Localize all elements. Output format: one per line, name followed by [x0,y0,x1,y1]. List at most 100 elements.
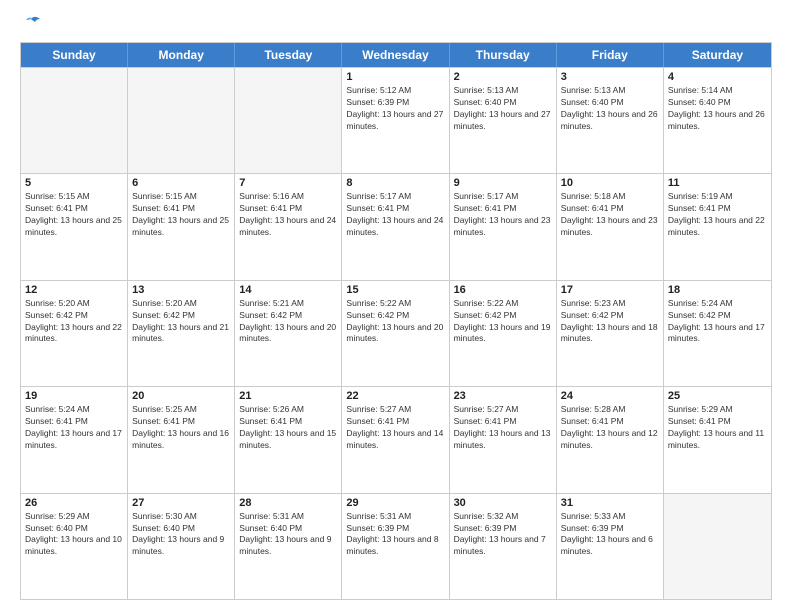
day-number: 4 [668,71,767,83]
day-info: Sunrise: 5:25 AM Sunset: 6:41 PM Dayligh… [132,404,230,452]
day-number: 27 [132,497,230,509]
calendar-body: 1Sunrise: 5:12 AM Sunset: 6:39 PM Daylig… [21,67,771,599]
calendar-cell-0-3: 1Sunrise: 5:12 AM Sunset: 6:39 PM Daylig… [342,68,449,173]
calendar-cell-3-4: 23 Sunrise: 5:27 AM Sunset: 6:41 PM Dayli… [450,387,557,492]
day-info: Sunrise: 5:19 AM Sunset: 6:41 PM Dayligh… [668,191,767,239]
day-number: 25 [668,390,767,402]
day-number: 22 [346,390,444,402]
logo-bird-icon [23,16,41,32]
calendar-cell-3-1: 20 Sunrise: 5:25 AM Sunset: 6:41 PM Dayli… [128,387,235,492]
calendar-cell-4-5: 31Sunrise: 5:33 AM Sunset: 6:39 PM Dayli… [557,494,664,599]
calendar-cell-4-0: 26Sunrise: 5:29 AM Sunset: 6:40 PM Dayli… [21,494,128,599]
day-info: Sunrise: 5:30 AM Sunset: 6:40 PM Dayligh… [132,511,230,559]
day-info: Sunrise: 5:22 AM Sunset: 6:42 PM Dayligh… [346,298,444,346]
day-info: Sunrise: 5:27 AM Sunset: 6:41 PM Dayligh… [346,404,444,452]
day-number: 24 [561,390,659,402]
calendar-cell-2-5: 17 Sunrise: 5:23 AM Sunset: 6:42 PM Dayli… [557,281,664,386]
calendar-cell-0-4: 2 Sunrise: 5:13 AM Sunset: 6:40 PM Daylig… [450,68,557,173]
calendar-cell-4-6 [664,494,771,599]
calendar-row-2: 12 Sunrise: 5:20 AM Sunset: 6:42 PM Dayli… [21,280,771,386]
day-number: 23 [454,390,552,402]
calendar-cell-1-5: 10 Sunrise: 5:18 AM Sunset: 6:41 PM Dayli… [557,174,664,279]
day-number: 6 [132,177,230,189]
day-number: 7 [239,177,337,189]
calendar-header-wednesday: Wednesday [342,43,449,67]
day-info: Sunrise: 5:22 AM Sunset: 6:42 PM Dayligh… [454,298,552,346]
calendar-cell-2-2: 14 Sunrise: 5:21 AM Sunset: 6:42 PM Dayli… [235,281,342,386]
day-number: 13 [132,284,230,296]
day-info: Sunrise: 5:24 AM Sunset: 6:42 PM Dayligh… [668,298,767,346]
day-info: Sunrise: 5:21 AM Sunset: 6:42 PM Dayligh… [239,298,337,346]
calendar-cell-2-4: 16 Sunrise: 5:22 AM Sunset: 6:42 PM Dayli… [450,281,557,386]
calendar-cell-0-0 [21,68,128,173]
calendar-cell-0-5: 3Sunrise: 5:13 AM Sunset: 6:40 PM Daylig… [557,68,664,173]
calendar-cell-2-3: 15 Sunrise: 5:22 AM Sunset: 6:42 PM Dayli… [342,281,449,386]
calendar-cell-3-0: 19Sunrise: 5:24 AM Sunset: 6:41 PM Dayli… [21,387,128,492]
calendar-cell-3-3: 22 Sunrise: 5:27 AM Sunset: 6:41 PM Dayli… [342,387,449,492]
day-number: 11 [668,177,767,189]
page: SundayMondayTuesdayWednesdayThursdayFrid… [0,0,792,612]
calendar-cell-1-4: 9 Sunrise: 5:17 AM Sunset: 6:41 PM Daylig… [450,174,557,279]
day-info: Sunrise: 5:18 AM Sunset: 6:41 PM Dayligh… [561,191,659,239]
calendar-cell-0-1 [128,68,235,173]
day-info: Sunrise: 5:26 AM Sunset: 6:41 PM Dayligh… [239,404,337,452]
day-info: Sunrise: 5:29 AM Sunset: 6:41 PM Dayligh… [668,404,767,452]
calendar-cell-1-6: 11 Sunrise: 5:19 AM Sunset: 6:41 PM Dayli… [664,174,771,279]
logo [20,16,41,32]
calendar-header-thursday: Thursday [450,43,557,67]
calendar-cell-3-6: 25 Sunrise: 5:29 AM Sunset: 6:41 PM Dayli… [664,387,771,492]
day-info: Sunrise: 5:23 AM Sunset: 6:42 PM Dayligh… [561,298,659,346]
day-info: Sunrise: 5:32 AM Sunset: 6:39 PM Dayligh… [454,511,552,559]
day-number: 29 [346,497,444,509]
day-number: 17 [561,284,659,296]
day-info: Sunrise: 5:29 AM Sunset: 6:40 PM Dayligh… [25,511,123,559]
day-number: 8 [346,177,444,189]
calendar-header-tuesday: Tuesday [235,43,342,67]
calendar-cell-0-6: 4 Sunrise: 5:14 AM Sunset: 6:40 PM Daylig… [664,68,771,173]
calendar-cell-0-2 [235,68,342,173]
day-info: Sunrise: 5:20 AM Sunset: 6:42 PM Dayligh… [25,298,123,346]
day-number: 15 [346,284,444,296]
day-info: Sunrise: 5:13 AM Sunset: 6:40 PM Dayligh… [454,85,552,133]
day-info: Sunrise: 5:17 AM Sunset: 6:41 PM Dayligh… [454,191,552,239]
calendar-header-monday: Monday [128,43,235,67]
header [20,16,772,32]
day-number: 31 [561,497,659,509]
day-number: 16 [454,284,552,296]
day-info: Sunrise: 5:31 AM Sunset: 6:39 PM Dayligh… [346,511,444,559]
day-info: Sunrise: 5:15 AM Sunset: 6:41 PM Dayligh… [25,191,123,239]
day-number: 20 [132,390,230,402]
day-number: 12 [25,284,123,296]
day-number: 21 [239,390,337,402]
day-info: Sunrise: 5:27 AM Sunset: 6:41 PM Dayligh… [454,404,552,452]
day-info: Sunrise: 5:24 AM Sunset: 6:41 PM Dayligh… [25,404,123,452]
calendar-cell-4-2: 28 Sunrise: 5:31 AM Sunset: 6:40 PM Dayli… [235,494,342,599]
day-info: Sunrise: 5:15 AM Sunset: 6:41 PM Dayligh… [132,191,230,239]
day-number: 9 [454,177,552,189]
calendar-cell-4-1: 27 Sunrise: 5:30 AM Sunset: 6:40 PM Dayli… [128,494,235,599]
day-number: 1 [346,71,444,83]
day-info: Sunrise: 5:20 AM Sunset: 6:42 PM Dayligh… [132,298,230,346]
day-number: 28 [239,497,337,509]
calendar-row-3: 19Sunrise: 5:24 AM Sunset: 6:41 PM Dayli… [21,386,771,492]
day-number: 30 [454,497,552,509]
day-number: 5 [25,177,123,189]
day-number: 14 [239,284,337,296]
day-info: Sunrise: 5:16 AM Sunset: 6:41 PM Dayligh… [239,191,337,239]
calendar-cell-1-3: 8Sunrise: 5:17 AM Sunset: 6:41 PM Daylig… [342,174,449,279]
calendar-cell-2-1: 13 Sunrise: 5:20 AM Sunset: 6:42 PM Dayli… [128,281,235,386]
day-number: 10 [561,177,659,189]
calendar-row-4: 26Sunrise: 5:29 AM Sunset: 6:40 PM Dayli… [21,493,771,599]
calendar-header-saturday: Saturday [664,43,771,67]
day-number: 18 [668,284,767,296]
calendar-header: SundayMondayTuesdayWednesdayThursdayFrid… [21,43,771,67]
calendar-cell-4-3: 29 Sunrise: 5:31 AM Sunset: 6:39 PM Dayli… [342,494,449,599]
calendar-cell-1-1: 6 Sunrise: 5:15 AM Sunset: 6:41 PM Daylig… [128,174,235,279]
calendar-header-sunday: Sunday [21,43,128,67]
day-info: Sunrise: 5:14 AM Sunset: 6:40 PM Dayligh… [668,85,767,133]
calendar-row-0: 1Sunrise: 5:12 AM Sunset: 6:39 PM Daylig… [21,67,771,173]
day-number: 2 [454,71,552,83]
calendar-cell-2-6: 18 Sunrise: 5:24 AM Sunset: 6:42 PM Dayli… [664,281,771,386]
day-info: Sunrise: 5:31 AM Sunset: 6:40 PM Dayligh… [239,511,337,559]
day-info: Sunrise: 5:13 AM Sunset: 6:40 PM Dayligh… [561,85,659,133]
